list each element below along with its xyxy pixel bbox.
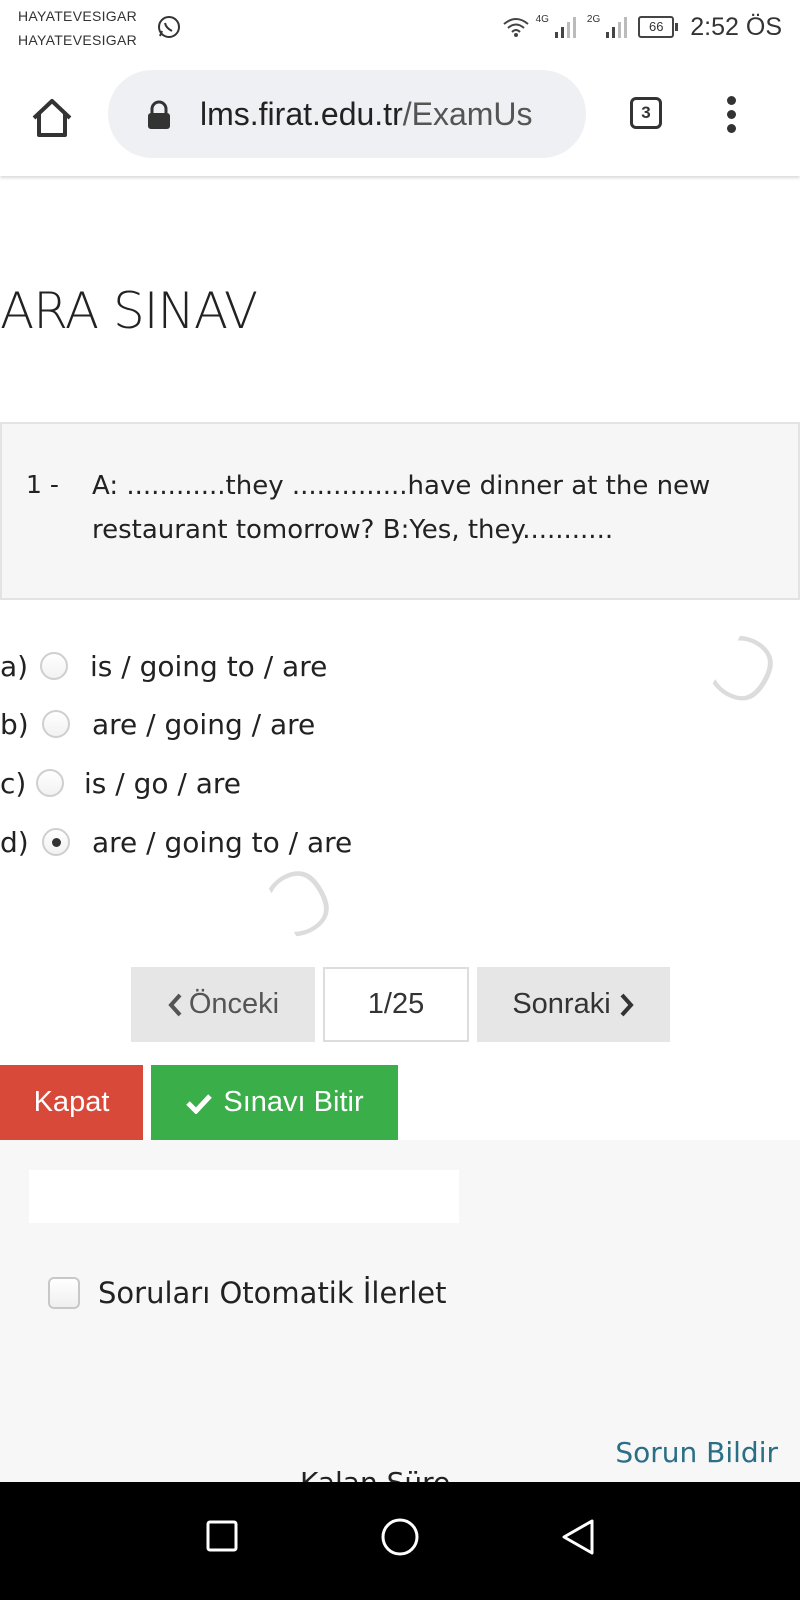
chevron-right-icon [620, 993, 634, 1016]
next-button[interactable]: Sonraki [477, 967, 670, 1042]
option-d[interactable]: d) are / going to / are [0, 817, 352, 867]
chevron-left-icon [168, 993, 182, 1016]
status-bar: HAYATEVESIGAR HAYATEVESIGAR 4G 2G 66 2:5… [0, 0, 800, 56]
option-a[interactable]: a) is / going to / are [0, 641, 327, 691]
check-icon [186, 1093, 213, 1114]
finish-exam-button[interactable]: Sınavı Bitir [151, 1065, 398, 1140]
network-type-2: 2G [586, 13, 601, 25]
status-indicators: 4G 2G 66 2:52 ÖS [502, 12, 782, 42]
option-text: are / going / are [92, 707, 316, 741]
battery-level: 66 [638, 16, 675, 38]
auto-advance-option[interactable]: Soruları Otomatik İlerlet [48, 1276, 447, 1310]
radio-button[interactable] [36, 769, 64, 797]
question-box: 1 - A: ............they ..............ha… [0, 422, 800, 600]
system-nav-bar [0, 1482, 800, 1600]
previous-label: Önceki [188, 988, 280, 1020]
next-label: Sonraki [512, 988, 611, 1020]
page-indicator: 1/25 [323, 967, 469, 1042]
lower-panel: Soruları Otomatik İlerlet Sorun Bildir K… [0, 1140, 800, 1482]
remaining-time-label: Kalan Süre [300, 1466, 450, 1482]
back-icon[interactable] [560, 1517, 596, 1557]
carrier-label-secondary: HAYATEVESIGAR [18, 32, 138, 48]
url-domain: lms.firat.edu.tr [200, 96, 403, 132]
signal-icon-1 [554, 17, 576, 38]
auto-advance-checkbox[interactable] [48, 1277, 80, 1309]
radio-button-selected[interactable] [42, 828, 70, 856]
home-icon[interactable] [28, 94, 76, 142]
previous-button[interactable]: Önceki [131, 967, 315, 1042]
option-letter: a) [0, 649, 29, 683]
carrier-label: HAYATEVESIGAR [18, 8, 138, 24]
question-text: A: ............they ..............have d… [92, 471, 711, 545]
close-button[interactable]: Kapat [0, 1065, 143, 1140]
auto-advance-label: Soruları Otomatik İlerlet [98, 1276, 447, 1310]
whatsapp-icon [158, 16, 180, 38]
home-nav-icon[interactable] [380, 1517, 420, 1557]
empty-panel [29, 1170, 459, 1223]
clock: 2:52 ÖS [690, 12, 782, 41]
battery-icon: 66 [638, 16, 679, 38]
wifi-icon [502, 18, 529, 37]
url-text: lms.firat.edu.tr/ExamUs [200, 90, 533, 138]
radio-button[interactable] [42, 710, 70, 738]
recent-apps-icon[interactable] [205, 1519, 239, 1553]
page-title: ARA SINAV [0, 282, 258, 340]
watermark-mark: ↄ [692, 593, 800, 735]
lock-icon [148, 100, 170, 129]
url-path: /ExamUs [402, 96, 533, 132]
tab-switcher-button[interactable]: 3 [630, 97, 662, 129]
address-bar[interactable]: lms.firat.edu.tr/ExamUs [108, 70, 586, 158]
browser-toolbar: lms.firat.edu.tr/ExamUs 3 [0, 56, 800, 176]
signal-icon-2 [606, 17, 628, 38]
option-letter: c) [0, 766, 27, 800]
option-text: is / going to / are [90, 649, 328, 683]
finish-exam-label: Sınavı Bitir [223, 1086, 364, 1118]
radio-button[interactable] [40, 652, 68, 680]
option-c[interactable]: c) is / go / are [0, 758, 241, 808]
option-text: is / go / are [84, 766, 242, 800]
option-text: are / going to / are [92, 825, 353, 859]
report-issue-link[interactable]: Sorun Bildir [615, 1436, 778, 1469]
more-options-icon[interactable] [724, 96, 738, 138]
question-number: 1 - [26, 470, 59, 499]
option-letter: b) [0, 707, 29, 741]
option-b[interactable]: b) are / going / are [0, 699, 315, 749]
network-type-1: 4G [535, 13, 549, 25]
option-letter: d) [0, 825, 29, 859]
